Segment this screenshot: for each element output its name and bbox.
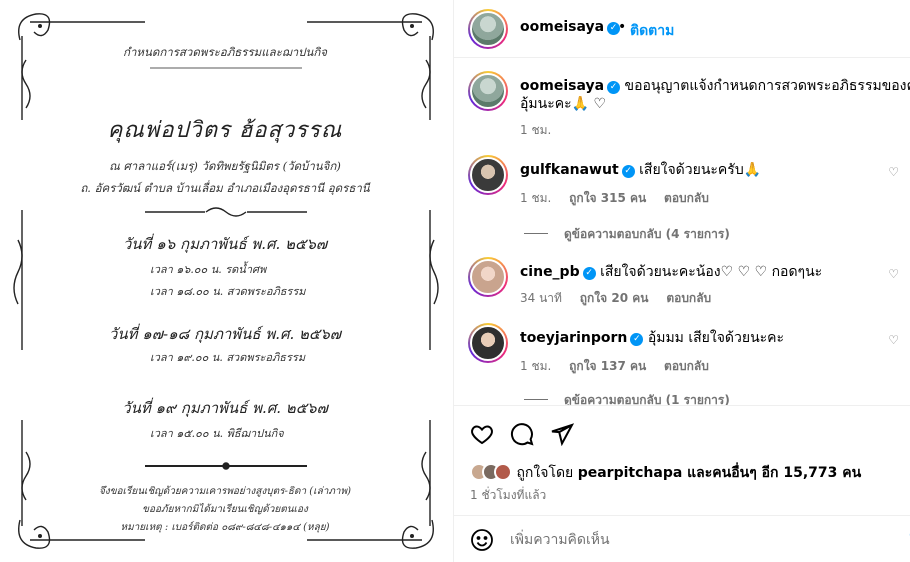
post-header: oomeisaya ✓ • ติดตาม	[454, 0, 910, 58]
comment-username[interactable]: cine_pb	[520, 264, 580, 280]
liker-username[interactable]: pearpitchapa	[578, 465, 683, 481]
commenter-avatar[interactable]	[468, 155, 508, 195]
comment-time: 34 นาที	[520, 291, 562, 305]
verified-badge-icon: ✓	[630, 333, 644, 346]
schedule-time: เวลา ๑๕.๐๐ น. พิธีฌาปนกิจ	[150, 427, 284, 440]
verified-badge-icon: ✓	[621, 165, 635, 178]
comment-username[interactable]: oomeisaya	[520, 78, 604, 94]
comment-likes[interactable]: ถูกใจ 137 คน	[569, 359, 646, 373]
comment-text: เสียใจด้วยนะคะน้อง♡ ♡ ♡ กอดๆนะ	[600, 264, 823, 280]
caption-text: ขออนุญาตแจ้งกำหนดการสวดพระอภิธรรมของคุณพ…	[624, 78, 910, 94]
like-heart-icon[interactable]	[470, 422, 494, 446]
like-comment-heart-icon[interactable]: ♡	[888, 165, 899, 179]
share-send-icon[interactable]	[550, 422, 574, 446]
comment-time: 1 ชม.	[520, 123, 552, 137]
add-comment-bar: โ	[454, 515, 910, 562]
author-username[interactable]: oomeisaya ✓	[520, 19, 621, 35]
comment-meta: 1 ชม. ถูกใจ 315 คน ตอบกลับ	[520, 189, 723, 208]
schedule-date: วันที่ ๑๖ กุมภาพันธ์ พ.ศ. ๒๕๖๗	[122, 235, 328, 253]
ornamental-frame	[13, 13, 439, 549]
footer-contact: หมายเหตุ : เบอร์ติดต่อ ๐๘๙-๘๔๘-๔๑๑๔ (หลุ…	[120, 522, 330, 533]
comment-likes[interactable]: ถูกใจ 315 คน	[569, 191, 646, 205]
liker-avatar	[494, 463, 512, 481]
verified-badge-icon: ✓	[607, 81, 621, 94]
likes-summary[interactable]: ถูกใจโดย pearpitchapa และคนอื่นๆ อีก 15,…	[470, 462, 861, 484]
address-line: ถ. อัครวัฒน์ ตำบล บ้านเลื่อม อำเภอเมืองอ…	[80, 181, 370, 195]
comment-meta: 1 ชม.	[520, 121, 565, 140]
commenter-avatar[interactable]	[468, 257, 508, 297]
comment-time: 1 ชม.	[520, 191, 552, 205]
commenter-avatar[interactable]	[468, 71, 508, 111]
comment-likes[interactable]: ถูกใจ 20 คน	[580, 291, 649, 305]
schedule-date: วันที่ ๑๙ กุมภาพันธ์ พ.ศ. ๒๕๖๗	[122, 399, 328, 417]
reply-button[interactable]: ตอบกลับ	[664, 359, 709, 373]
footer-note: ขออภัยหากมิได้มาเรียนเชิญด้วยตนเอง	[142, 504, 308, 515]
post-time: 1 ชั่วโมงที่แล้ว	[470, 488, 547, 502]
post-actions: ถูกใจโดย pearpitchapa และคนอื่นๆ อีก 15,…	[454, 405, 910, 515]
comment-time: 1 ชม.	[520, 359, 552, 373]
deceased-name: คุณพ่อปวิตร ฮ้อสุวรรณ	[107, 118, 343, 143]
comment-meta: 34 นาที ถูกใจ 20 คน ตอบกลับ	[520, 289, 725, 308]
post-image[interactable]: กำหนดการสวดพระอภิธรรมและฌาปนกิจ คุณพ่อปว…	[0, 0, 453, 562]
comment-text: อุ้มมม เสียใจด้วยนะคะ	[647, 330, 785, 346]
venue-line: ณ ศาลาแอร์(เมรุ) วัดทิพยรัฐนิมิตร (วัดบ้…	[109, 159, 341, 173]
reply-button[interactable]: ตอบกลับ	[664, 191, 709, 205]
schedule-date: วันที่ ๑๗-๑๘ กุมภาพันธ์ พ.ศ. ๒๕๖๗	[108, 325, 342, 343]
verified-badge-icon: ✓	[582, 267, 596, 280]
comment-text: เสียใจด้วยนะครับ🙏	[639, 162, 762, 178]
post-panel: oomeisaya ✓ • ติดตาม oomeisaya ✓ ขออนุญาตแ…	[453, 0, 910, 562]
emoji-icon[interactable]	[470, 528, 494, 552]
like-comment-heart-icon[interactable]: ♡	[888, 267, 899, 281]
follow-button[interactable]: ติดตาม	[630, 20, 674, 42]
schedule-time: เวลา ๑๙.๐๐ น. สวดพระอภิธรรม	[150, 351, 306, 364]
author-avatar[interactable]	[468, 9, 508, 49]
caption-text-line2: อุ้มนะคะ🙏 ♡	[520, 96, 607, 112]
comment-bubble-icon[interactable]	[510, 422, 534, 446]
schedule-time: เวลา ๑๘.๐๐ น. สวดพระอภิธรรม	[150, 285, 306, 298]
separator-dot: •	[618, 19, 627, 35]
comment-username[interactable]: gulfkanawut	[520, 162, 619, 178]
comment-meta: 1 ชม. ถูกใจ 137 คน ตอบกลับ	[520, 357, 723, 376]
view-replies-button[interactable]: ดูข้อความตอบกลับ (1 รายการ)	[524, 391, 730, 405]
reply-button[interactable]: ตอบกลับ	[666, 291, 711, 305]
comments-list[interactable]: oomeisaya ✓ ขออนุญาตแจ้งกำหนดการสวดพระอภิ…	[454, 59, 910, 405]
commenter-avatar[interactable]	[468, 323, 508, 363]
comment-input[interactable]	[510, 528, 870, 552]
invitation-header: กำหนดการสวดพระอภิธรรมและฌาปนกิจ	[122, 45, 328, 59]
like-comment-heart-icon[interactable]: ♡	[888, 333, 899, 347]
comment-username[interactable]: toeyjarinporn	[520, 330, 627, 346]
view-replies-button[interactable]: ดูข้อความตอบกลับ (4 รายการ)	[524, 225, 730, 244]
schedule-time: เวลา ๑๖.๐๐ น. รดน้ำศพ	[150, 263, 267, 276]
footer-note: จึงขอเรียนเชิญด้วยความเคารพอย่างสูงบุตร-…	[98, 486, 352, 497]
